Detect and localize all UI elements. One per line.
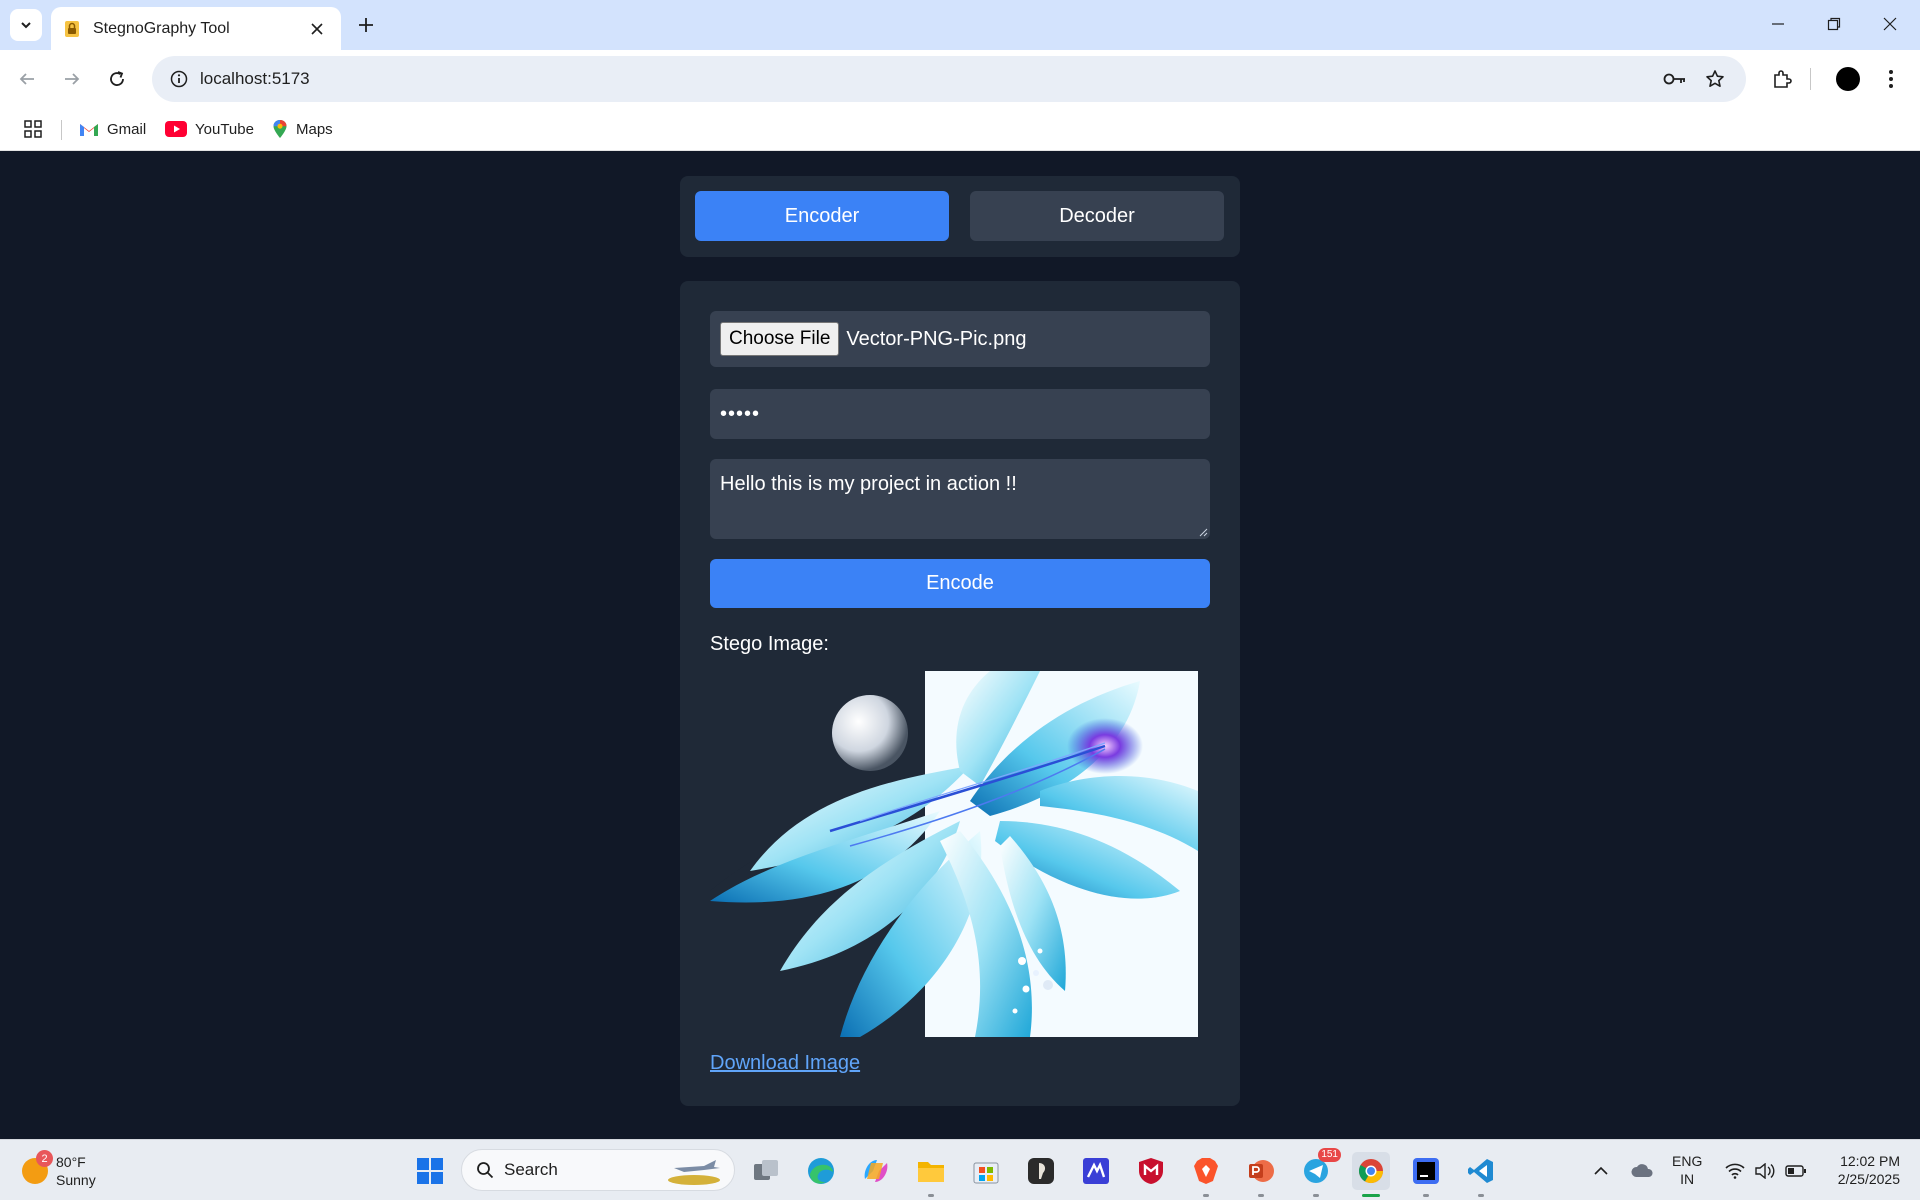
- browser-tab-active[interactable]: StegnoGraphy Tool: [51, 7, 341, 50]
- address-bar[interactable]: localhost:5173: [152, 56, 1746, 102]
- url-text: localhost:5173: [200, 69, 310, 88]
- minimize-icon[interactable]: [1750, 0, 1806, 48]
- site-info-icon[interactable]: [158, 56, 200, 102]
- profile-avatar[interactable]: [1831, 62, 1865, 96]
- close-window-icon[interactable]: [1862, 0, 1918, 48]
- chrome-icon[interactable]: [1352, 1152, 1390, 1197]
- telegram-icon[interactable]: 151: [1297, 1148, 1341, 1197]
- running-indicator: [1313, 1194, 1319, 1197]
- volume-icon[interactable]: [1752, 1152, 1778, 1190]
- stego-image-flower: [710, 671, 1198, 1037]
- selected-file-name: Vector-PNG-Pic.png: [846, 327, 1027, 350]
- extensions-puzzle-icon[interactable]: [1765, 62, 1799, 96]
- bookmark-label: Gmail: [107, 120, 147, 138]
- powerpoint-icon[interactable]: [1242, 1152, 1280, 1197]
- back-arrow-icon[interactable]: [10, 62, 44, 96]
- edge-browser-icon[interactable]: [802, 1152, 840, 1190]
- restore-icon[interactable]: [1806, 0, 1862, 48]
- weather-badge: 2: [36, 1150, 53, 1167]
- active-indicator: [1362, 1194, 1380, 1197]
- system-clock[interactable]: 12:02 PM 2/25/2025: [1820, 1152, 1900, 1188]
- telegram-badge: 151: [1318, 1148, 1341, 1162]
- mode-switch-card: Encoder Decoder: [680, 176, 1240, 257]
- running-indicator: [1203, 1194, 1209, 1197]
- search-label: Search: [504, 1160, 558, 1179]
- stego-image-label: Stego Image:: [710, 633, 829, 655]
- weather-temp: 80°F: [56, 1154, 86, 1170]
- bookmark-label: Maps: [296, 120, 333, 138]
- download-image-link[interactable]: Download Image: [710, 1052, 860, 1075]
- running-indicator: [1258, 1194, 1264, 1197]
- forward-arrow-icon[interactable]: [55, 62, 89, 96]
- airplane-decoration-icon: [668, 1160, 720, 1185]
- show-hidden-icons-icon[interactable]: [1590, 1152, 1612, 1190]
- bookmark-youtube[interactable]: YouTube: [165, 115, 254, 143]
- running-indicator: [1478, 1194, 1484, 1197]
- decoder-tab-button[interactable]: Decoder: [970, 191, 1224, 241]
- page-viewport: Encoder Decoder Choose File Vector-PNG-P…: [0, 151, 1920, 1139]
- mcafee-icon[interactable]: [1132, 1152, 1170, 1190]
- encoder-tab-button[interactable]: Encoder: [695, 191, 949, 241]
- maps-icon: [273, 120, 287, 138]
- file-input[interactable]: Choose File Vector-PNG-Pic.png: [710, 311, 1210, 367]
- browser-tab-strip: StegnoGraphy Tool: [0, 0, 1920, 50]
- encode-button[interactable]: Encode: [710, 559, 1210, 608]
- language-code: ENG: [1672, 1153, 1703, 1169]
- message-textarea[interactable]: Hello this is my project in action !!: [710, 459, 1210, 539]
- pen-app-icon[interactable]: [1022, 1152, 1060, 1190]
- toolbar-divider: [1810, 68, 1811, 90]
- youtube-icon: [165, 121, 187, 137]
- copilot-icon[interactable]: [857, 1152, 895, 1190]
- running-indicator: [928, 1194, 934, 1197]
- close-tab-icon[interactable]: [305, 17, 329, 41]
- browser-toolbar: localhost:5173: [0, 50, 1920, 108]
- password-field[interactable]: •••••: [710, 389, 1210, 439]
- reload-icon[interactable]: [100, 62, 134, 96]
- search-icon: [477, 1162, 494, 1179]
- intellij-icon[interactable]: [1407, 1152, 1445, 1197]
- windows-taskbar: 2 80°F Sunny Search 151 ENG IN 12:02 PM …: [0, 1139, 1920, 1200]
- bookmark-star-icon[interactable]: [1700, 64, 1730, 94]
- weather-widget[interactable]: 2 80°F Sunny: [22, 1150, 96, 1192]
- bookmark-label: YouTube: [195, 120, 254, 138]
- wifi-icon[interactable]: [1722, 1152, 1748, 1190]
- clock-date: 2/25/2025: [1837, 1171, 1900, 1187]
- avatar: [1836, 67, 1860, 91]
- windows-start-icon[interactable]: [411, 1152, 449, 1190]
- battery-icon[interactable]: [1782, 1152, 1810, 1190]
- onedrive-cloud-icon[interactable]: [1628, 1152, 1656, 1190]
- weather-condition: Sunny: [56, 1172, 96, 1188]
- lock-favicon-icon: [63, 20, 81, 38]
- bookmarks-divider: [61, 120, 62, 140]
- chevron-down-icon: [21, 22, 31, 29]
- tab-title: StegnoGraphy Tool: [93, 19, 230, 37]
- gmail-icon: [80, 123, 98, 136]
- brave-browser-icon[interactable]: [1187, 1152, 1225, 1197]
- running-indicator: [1423, 1194, 1429, 1197]
- tab-search-button[interactable]: [10, 9, 42, 41]
- apps-grid-icon[interactable]: [20, 116, 46, 142]
- bookmarks-bar: Gmail YouTube Maps: [0, 108, 1920, 151]
- taskbar-search[interactable]: Search: [461, 1149, 735, 1191]
- microsoft-store-icon[interactable]: [967, 1152, 1005, 1190]
- clock-time: 12:02 PM: [1840, 1153, 1900, 1169]
- task-view-icon[interactable]: [747, 1152, 785, 1190]
- message-text: Hello this is my project in action !!: [720, 473, 1017, 495]
- more-menu-icon[interactable]: [1874, 62, 1908, 96]
- input-language-indicator[interactable]: ENG IN: [1672, 1152, 1702, 1188]
- file-explorer-icon[interactable]: [912, 1152, 950, 1197]
- password-key-icon[interactable]: [1660, 64, 1690, 94]
- resize-grip-icon[interactable]: [1198, 527, 1208, 537]
- sun-icon: 2: [22, 1150, 53, 1184]
- language-region: IN: [1680, 1171, 1695, 1187]
- bookmark-gmail[interactable]: Gmail: [79, 115, 146, 143]
- visual-studio-icon[interactable]: [1077, 1152, 1115, 1190]
- new-tab-icon[interactable]: [352, 11, 380, 39]
- choose-file-button[interactable]: Choose File: [720, 322, 840, 356]
- encoder-form-card: Choose File Vector-PNG-Pic.png ••••• Hel…: [680, 281, 1240, 1106]
- bookmark-maps[interactable]: Maps: [272, 115, 333, 143]
- vscode-icon[interactable]: [1462, 1152, 1500, 1197]
